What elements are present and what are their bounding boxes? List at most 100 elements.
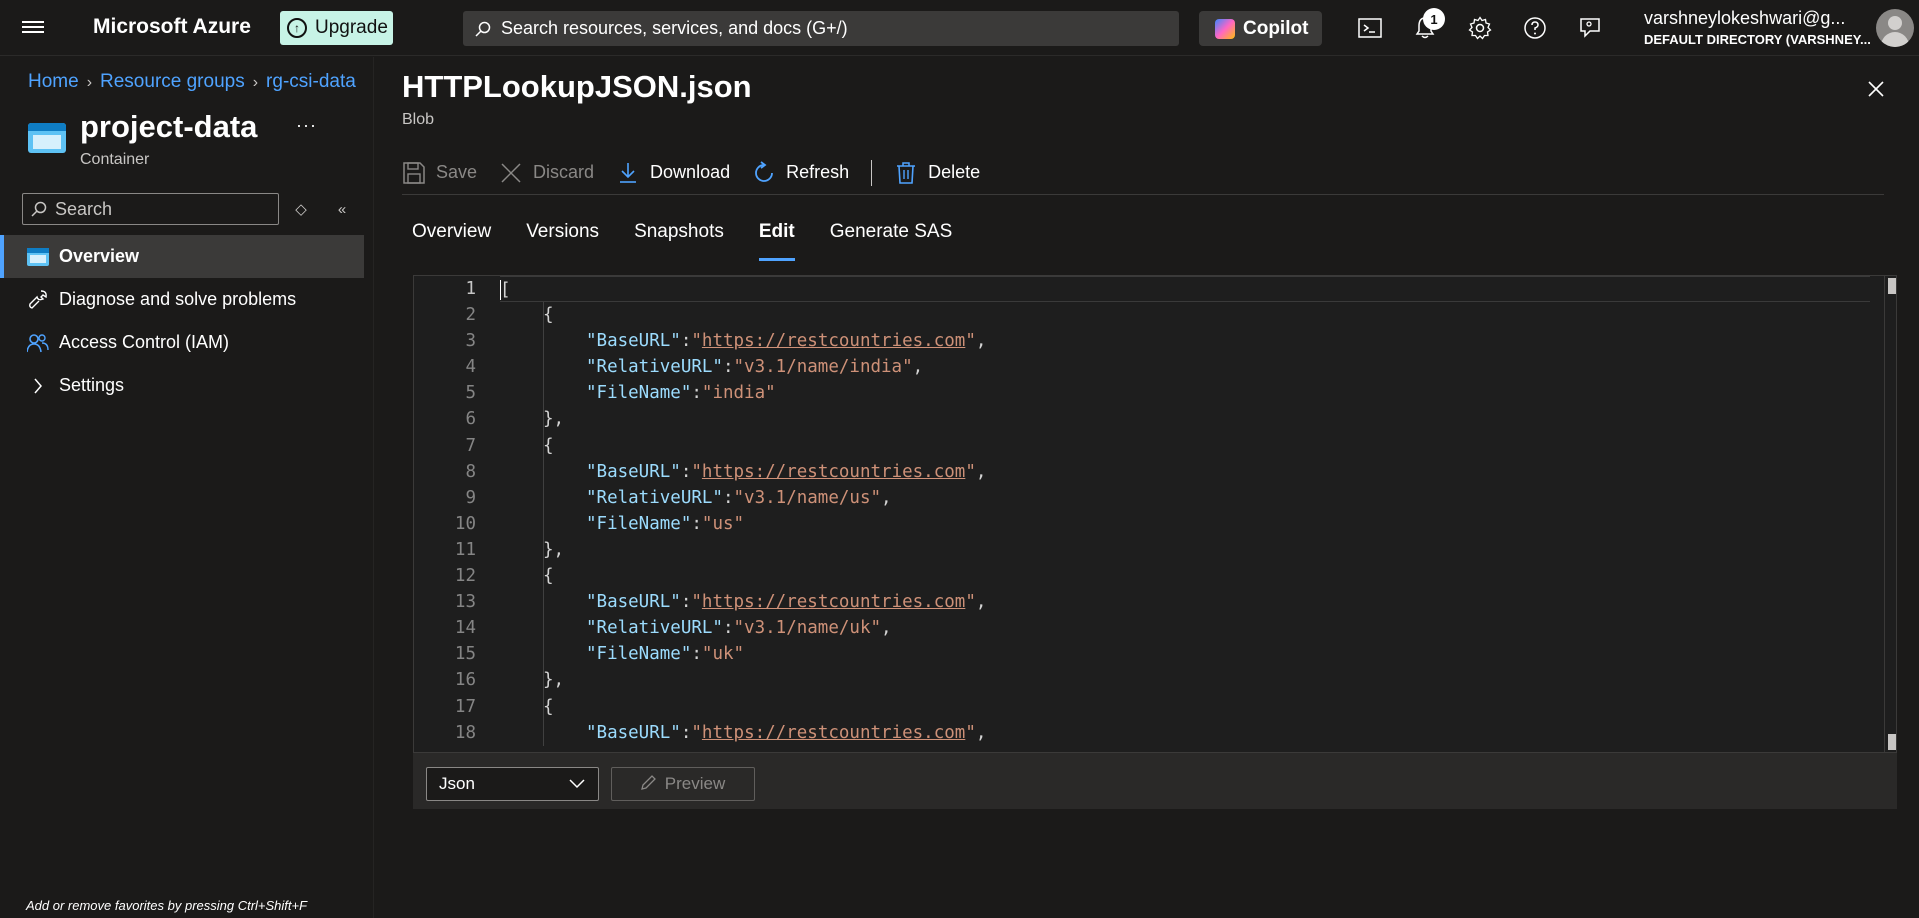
preview-button[interactable]: Preview (611, 767, 755, 801)
json-punctuation: , (975, 461, 987, 482)
json-key: "FileName" (586, 513, 692, 534)
feedback-icon[interactable] (1576, 14, 1604, 42)
tab-overview[interactable]: Overview (412, 221, 491, 263)
download-button[interactable]: Download (616, 161, 730, 185)
top-bar: Microsoft Azure ↑ Upgrade Copilot 1 vars… (0, 0, 1919, 56)
resource-type: Container (80, 151, 150, 168)
download-label: Download (650, 162, 731, 182)
copilot-label: Copilot (1243, 17, 1309, 39)
toolbar-divider (871, 159, 873, 186)
refresh-button[interactable]: Refresh (752, 160, 849, 185)
code-line[interactable]: "RelativeURL":"v3.1/name/us", (500, 485, 1870, 511)
hamburger-menu-icon[interactable] (22, 18, 44, 38)
json-punctuation: , (975, 592, 987, 613)
help-question-icon[interactable] (1521, 14, 1549, 42)
code-line[interactable]: "FileName":"us" (500, 511, 1870, 537)
code-line[interactable]: "BaseURL":"https://restcountries.com", (500, 459, 1870, 485)
global-search[interactable] (463, 11, 1179, 46)
code-line[interactable]: "RelativeURL":"v3.1/name/india", (500, 354, 1870, 380)
tab-edit[interactable]: Edit (758, 221, 795, 263)
language-select[interactable]: Json (426, 767, 599, 801)
json-punctuation: : (722, 487, 734, 508)
breadcrumb-resource-group[interactable]: rg-csi-data (266, 71, 356, 92)
code-line[interactable]: { (500, 433, 1870, 459)
breadcrumb-home[interactable]: Home (28, 71, 79, 92)
breadcrumb-resource-groups[interactable]: Resource groups (100, 71, 245, 92)
arrow-up-icon: ↑ (287, 18, 307, 38)
code-line[interactable]: { (500, 694, 1870, 720)
tab-versions[interactable]: Versions (526, 221, 599, 263)
cloud-shell-icon[interactable] (1356, 14, 1384, 42)
line-number: 4 (465, 357, 476, 378)
collapse-menu-icon[interactable]: « (328, 195, 356, 223)
code-line[interactable]: "BaseURL":"https://restcountries.com", (500, 589, 1870, 615)
json-url[interactable]: https://restcountries.com (702, 462, 965, 482)
menu-search[interactable] (22, 193, 279, 225)
menu-item-settings[interactable]: Settings (0, 364, 364, 407)
upgrade-label: Upgrade (315, 17, 388, 38)
global-search-input[interactable] (501, 18, 1101, 39)
json-punctuation: : (691, 644, 702, 665)
scroll-up-thumb[interactable] (1888, 278, 1896, 294)
menu-item-diagnose[interactable]: Diagnose and solve problems (0, 278, 364, 321)
vertical-scrollbar[interactable] (1884, 276, 1896, 752)
account-menu[interactable]: varshneylokeshwari@g... DEFAULT DIRECTOR… (1644, 8, 1871, 47)
json-key: "FileName" (586, 383, 692, 404)
code-editor[interactable]: 1 2 3 4 5 6 7 8 9 10 11 12 13 14 15 16 17 18 [{"BaseURL":… (413, 275, 1897, 753)
json-key: "RelativeURL" (586, 487, 723, 508)
json-punctuation: : (680, 461, 692, 482)
json-key: "BaseURL" (586, 592, 681, 613)
menu-item-overview[interactable]: Overview (0, 235, 364, 278)
code-line[interactable]: "BaseURL":"https://restcountries.com", (500, 328, 1870, 354)
menu-item-label: Overview (59, 246, 140, 266)
scroll-down-thumb[interactable] (1888, 734, 1896, 750)
json-punctuation: , (975, 331, 987, 352)
json-string: "uk" (701, 644, 745, 665)
expand-collapse-icon[interactable]: ◇ (287, 195, 315, 223)
tab-snapshots[interactable]: Snapshots (634, 221, 724, 263)
delete-button[interactable]: Delete (894, 161, 980, 185)
indent-guide (543, 458, 544, 537)
line-number: 16 (454, 670, 476, 691)
json-string: " (965, 331, 976, 352)
notification-count-badge: 1 (1423, 8, 1445, 30)
json-punctuation: , (912, 357, 924, 378)
tab-generate-sas[interactable]: Generate SAS (830, 221, 953, 263)
close-icon[interactable] (1864, 77, 1888, 101)
code-line[interactable]: { (500, 302, 1870, 328)
settings-gear-icon[interactable] (1466, 14, 1494, 42)
chevron-right-icon: › (252, 74, 259, 91)
portal-brand[interactable]: Microsoft Azure (93, 15, 251, 39)
code-line[interactable]: "FileName":"uk" (500, 641, 1870, 667)
code-line[interactable]: }, (500, 667, 1870, 693)
json-url[interactable]: https://restcountries.com (702, 723, 965, 743)
code-line[interactable]: "RelativeURL":"v3.1/name/uk", (500, 615, 1870, 641)
code-line[interactable]: }, (500, 406, 1870, 432)
code-line[interactable]: [ (500, 276, 1870, 303)
copilot-button[interactable]: Copilot (1199, 11, 1322, 46)
line-number: 15 (454, 644, 476, 665)
json-punctuation: , (975, 722, 987, 743)
save-button[interactable]: Save (402, 161, 477, 185)
menu-item-iam[interactable]: Access Control (IAM) (0, 321, 364, 364)
container-icon (28, 123, 66, 153)
code-line[interactable]: }, (500, 537, 1870, 563)
menu-search-input[interactable] (55, 198, 275, 220)
code-lines[interactable]: [{"BaseURL":"https://restcountries.com",… (500, 276, 1870, 752)
more-options-icon[interactable]: ··· (296, 115, 317, 136)
code-line[interactable]: "FileName":"india" (500, 380, 1870, 406)
text-cursor (500, 280, 501, 300)
discard-button[interactable]: Discard (499, 161, 594, 185)
save-label: Save (436, 162, 478, 182)
json-url[interactable]: https://restcountries.com (702, 331, 965, 351)
line-number-gutter: 1 2 3 4 5 6 7 8 9 10 11 12 13 14 15 16 17 18 (414, 276, 500, 752)
code-line[interactable]: "BaseURL":"https://restcountries.com", (500, 720, 1870, 746)
line-number: 2 (465, 305, 476, 326)
line-number: 13 (454, 592, 476, 613)
json-string: "v3.1/name/uk" (733, 618, 882, 639)
json-url[interactable]: https://restcountries.com (702, 592, 965, 612)
avatar[interactable] (1876, 9, 1914, 47)
json-string: " (691, 331, 702, 352)
code-line[interactable]: { (500, 563, 1870, 589)
upgrade-button[interactable]: ↑ Upgrade (280, 11, 393, 45)
